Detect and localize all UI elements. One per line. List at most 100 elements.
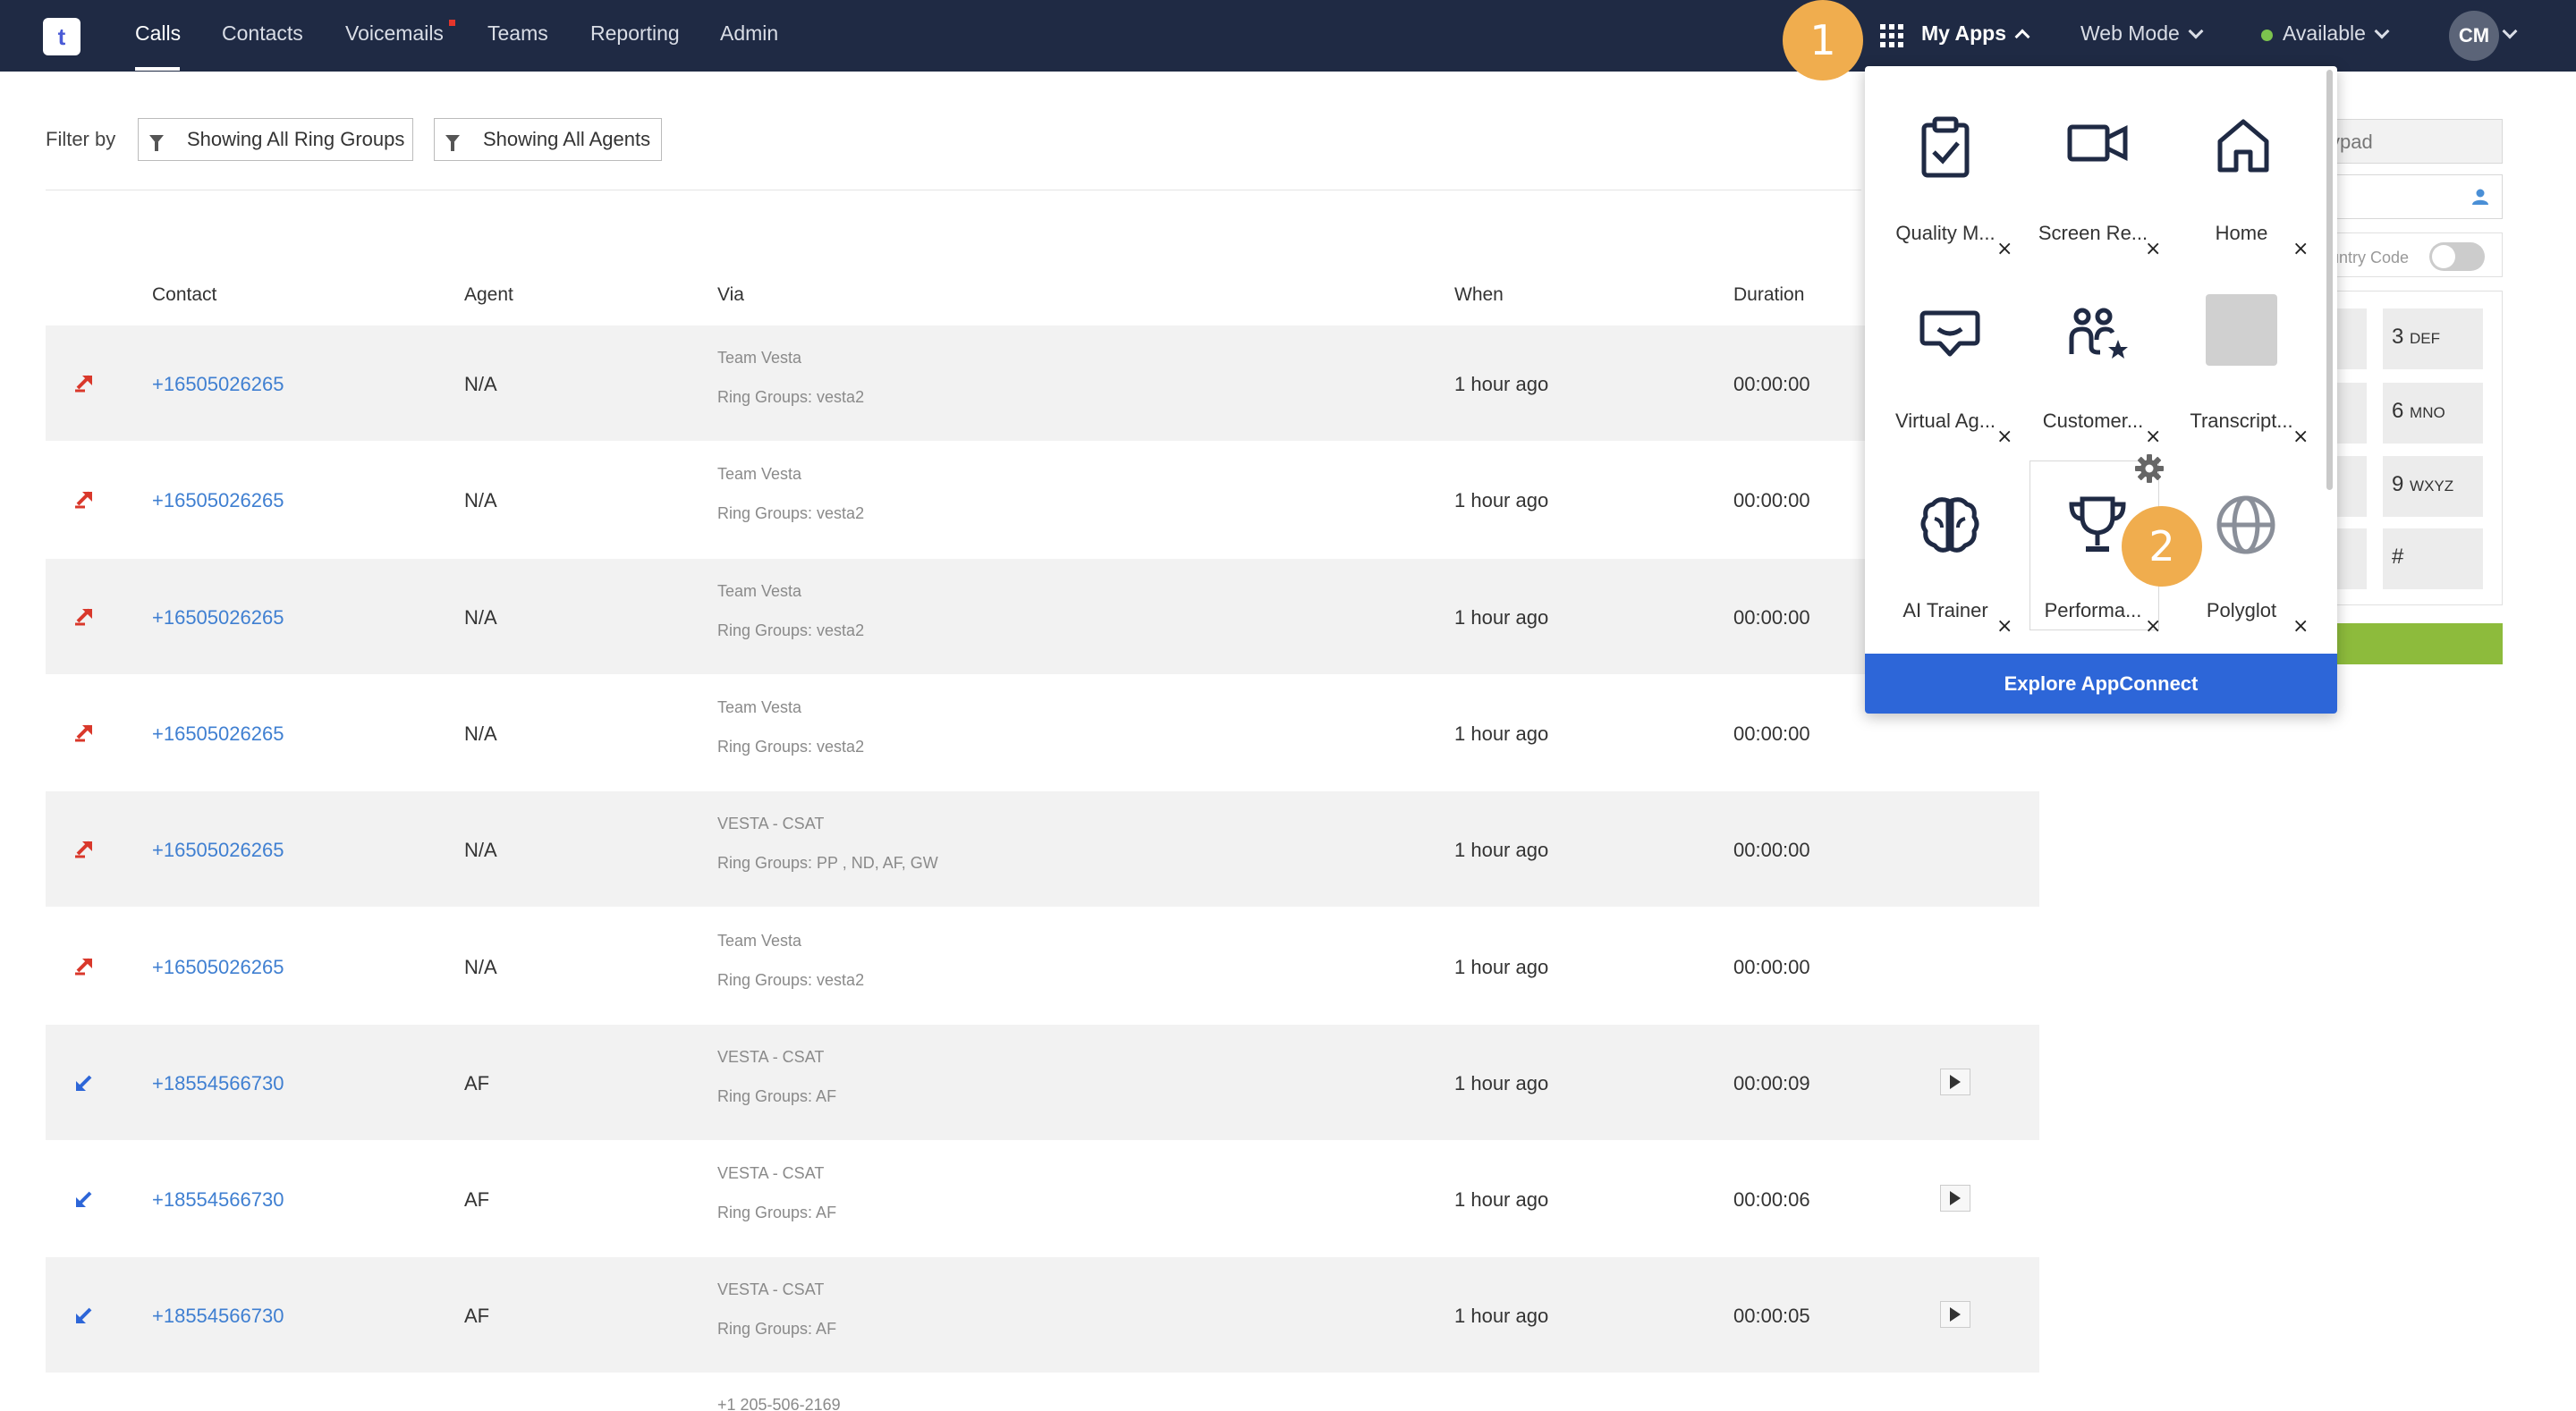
via-ring-groups: Ring Groups: vesta2 bbox=[717, 738, 865, 756]
people-star-icon bbox=[2069, 308, 2128, 359]
contact-search-input[interactable] bbox=[2326, 174, 2503, 219]
app-logo[interactable]: t bbox=[43, 18, 80, 55]
explore-appconnect-button[interactable]: Explore AppConnect bbox=[1865, 654, 2337, 714]
contact-link[interactable]: +16505026265 bbox=[152, 839, 284, 862]
table-row[interactable]: +16505026265 N/A Team Vesta Ring Groups: ve… bbox=[46, 325, 2039, 441]
app-label: Screen Re... bbox=[2038, 222, 2148, 244]
via-ring-groups: Ring Groups: vesta2 bbox=[717, 504, 865, 522]
contact-link[interactable]: +16505026265 bbox=[152, 489, 284, 512]
contact-link[interactable]: +16505026265 bbox=[152, 722, 284, 746]
agents-filter-button[interactable]: Showing All Agents bbox=[434, 118, 662, 161]
gear-icon[interactable] bbox=[2134, 453, 2165, 484]
app-tile-virtual-agent[interactable]: Virtual Ag... bbox=[1878, 265, 2012, 444]
header-agent[interactable]: Agent bbox=[464, 284, 513, 306]
my-apps-button[interactable]: My Apps bbox=[1921, 21, 2030, 46]
when-cell: 1 hour ago bbox=[1454, 1072, 1549, 1094]
dialpad-tab-partial[interactable]: ypad bbox=[2326, 119, 2503, 164]
inbound-call-icon bbox=[76, 1191, 92, 1207]
dialpad-key-9[interactable]: 9 WXYZ bbox=[2383, 456, 2483, 517]
table-row[interactable]: +16505026265 N/A Team Vesta Ring Groups: ve… bbox=[46, 908, 2039, 1024]
partial-row-via: +1 205-506-2169 bbox=[717, 1396, 841, 1411]
apps-grid-icon[interactable] bbox=[1880, 24, 1905, 49]
remove-app-icon[interactable]: × bbox=[2292, 238, 2309, 260]
user-menu-toggle[interactable] bbox=[2502, 21, 2518, 46]
key-digit: 3 bbox=[2392, 325, 2404, 349]
avatar[interactable]: CM bbox=[2449, 11, 2499, 61]
app-tile-transcription[interactable]: Transcript... bbox=[2174, 265, 2309, 444]
nav-calls[interactable]: Calls bbox=[135, 21, 181, 46]
agent-cell: AF bbox=[464, 1305, 490, 1327]
play-icon bbox=[1950, 1191, 1961, 1205]
table-row[interactable]: +16505026265 N/A Team Vesta Ring Groups: ve… bbox=[46, 559, 2039, 674]
nav-teams[interactable]: Teams bbox=[487, 21, 548, 46]
nav-reporting[interactable]: Reporting bbox=[590, 21, 680, 46]
play-icon bbox=[1950, 1075, 1961, 1089]
remove-app-icon[interactable]: × bbox=[1996, 238, 2012, 260]
contact-link[interactable]: +16505026265 bbox=[152, 956, 284, 979]
availability-dropdown[interactable]: Available bbox=[2283, 21, 2390, 46]
agent-cell: AF bbox=[464, 1188, 490, 1211]
play-recording-button[interactable] bbox=[1940, 1301, 1970, 1328]
app-tile-screen-recording[interactable]: Screen Re... bbox=[2026, 77, 2160, 256]
when-cell: 1 hour ago bbox=[1454, 722, 1549, 745]
remove-app-icon[interactable]: × bbox=[2292, 426, 2309, 448]
via-team: Team Vesta bbox=[717, 349, 802, 367]
apps-scrollbar[interactable] bbox=[2326, 70, 2333, 490]
table-row[interactable]: +18554566730 AF VESTA - CSAT Ring Groups: A… bbox=[46, 1025, 2039, 1140]
nav-voicemails[interactable]: Voicemails bbox=[345, 21, 444, 46]
remove-app-icon[interactable]: × bbox=[2145, 238, 2161, 260]
header-duration[interactable]: Duration bbox=[1733, 284, 1804, 306]
table-row[interactable]: +16505026265 N/A Team Vesta Ring Groups: ve… bbox=[46, 675, 2039, 790]
header-when[interactable]: When bbox=[1454, 284, 1504, 306]
via-team: VESTA - CSAT bbox=[717, 1164, 825, 1182]
when-cell: 1 hour ago bbox=[1454, 373, 1549, 395]
duration-cell: 00:00:00 bbox=[1733, 722, 1810, 745]
dialpad-key-3[interactable]: 3 DEF bbox=[2383, 308, 2483, 369]
via-ring-groups: Ring Groups: AF bbox=[717, 1320, 837, 1338]
header-contact[interactable]: Contact bbox=[152, 284, 216, 306]
duration-cell: 00:00:00 bbox=[1733, 839, 1810, 861]
table-row[interactable]: +16505026265 N/A Team Vesta Ring Groups: ve… bbox=[46, 442, 2039, 557]
table-row[interactable]: +18554566730 AF VESTA - CSAT Ring Groups: A… bbox=[46, 1141, 2039, 1256]
duration-cell: 00:00:09 bbox=[1733, 1072, 1810, 1094]
dialpad-key-hash[interactable]: # bbox=[2383, 528, 2483, 589]
agent-cell: AF bbox=[464, 1072, 490, 1094]
nav-admin[interactable]: Admin bbox=[720, 21, 778, 46]
via-ring-groups: Ring Groups: vesta2 bbox=[717, 971, 865, 989]
dialpad-key-6[interactable]: 6 MNO bbox=[2383, 383, 2483, 444]
app-tile-quality-management[interactable]: Quality M... bbox=[1878, 77, 2012, 256]
via-team: VESTA - CSAT bbox=[717, 1280, 825, 1298]
app-tile-home[interactable]: Home bbox=[2174, 77, 2309, 256]
header-via[interactable]: Via bbox=[717, 284, 744, 306]
app-tile-customer[interactable]: Customer... bbox=[2026, 265, 2160, 444]
nav-active-underline bbox=[135, 67, 180, 71]
remove-app-icon[interactable]: × bbox=[1996, 615, 2012, 638]
table-row[interactable]: +18554566730 AF VESTA - CSAT Ring Groups: A… bbox=[46, 1257, 2039, 1373]
contact-link[interactable]: +18554566730 bbox=[152, 1072, 284, 1095]
outbound-call-icon bbox=[75, 491, 92, 509]
remove-app-icon[interactable]: × bbox=[2292, 615, 2309, 638]
availability-label: Available bbox=[2283, 21, 2366, 45]
contact-link[interactable]: +18554566730 bbox=[152, 1305, 284, 1328]
play-recording-button[interactable] bbox=[1940, 1069, 1970, 1095]
contact-link[interactable]: +16505026265 bbox=[152, 606, 284, 629]
call-button[interactable] bbox=[2326, 623, 2503, 664]
key-letters: DEF bbox=[2410, 330, 2441, 347]
app-label: AI Trainer bbox=[1902, 599, 1988, 621]
web-mode-dropdown[interactable]: Web Mode bbox=[2080, 21, 2204, 46]
contact-link[interactable]: +16505026265 bbox=[152, 373, 284, 396]
key-letters: MNO bbox=[2410, 404, 2445, 421]
remove-app-icon[interactable]: × bbox=[1996, 426, 2012, 448]
remove-app-icon[interactable]: × bbox=[2145, 615, 2161, 638]
remove-app-icon[interactable]: × bbox=[2145, 426, 2161, 448]
app-tile-ai-trainer[interactable]: AI Trainer bbox=[1878, 454, 2012, 633]
play-recording-button[interactable] bbox=[1940, 1185, 1970, 1212]
duration-cell: 00:00:00 bbox=[1733, 956, 1810, 978]
country-code-toggle[interactable] bbox=[2429, 242, 2485, 271]
voicemail-notification-dot bbox=[449, 20, 455, 26]
contact-link[interactable]: +18554566730 bbox=[152, 1188, 284, 1212]
agent-cell: N/A bbox=[464, 606, 497, 629]
ring-groups-filter-button[interactable]: Showing All Ring Groups bbox=[138, 118, 413, 161]
nav-contacts[interactable]: Contacts bbox=[222, 21, 303, 46]
table-row[interactable]: +16505026265 N/A VESTA - CSAT Ring Groups: … bbox=[46, 791, 2039, 907]
